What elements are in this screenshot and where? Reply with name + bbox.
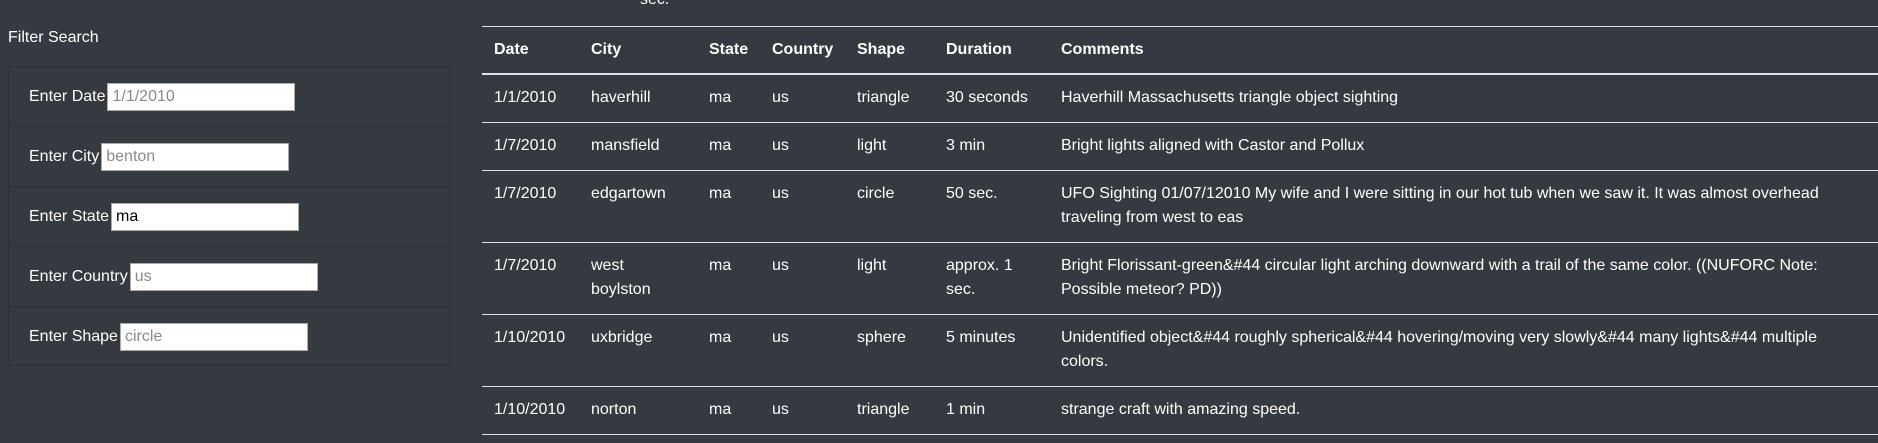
cell-date: 1/10/2010 [482, 386, 579, 435]
cell-city: west boylston [579, 242, 697, 315]
table-row: 1/7/2010 mansfield ma us light 3 min Bri… [482, 122, 1878, 171]
page: Filter Search Enter Date Enter City Ente… [0, 0, 1878, 443]
cell-country: us [760, 242, 845, 315]
results-table-container: sec. Date City State Country Shape Durat… [482, 0, 1878, 443]
table-body: 1/1/2010 haverhill ma us triangle 30 sec… [482, 74, 1878, 435]
cell-date: 1/7/2010 [482, 122, 579, 171]
cell-state: ma [697, 170, 760, 243]
table-row: 1/7/2010 west boylston ma us light appro… [482, 242, 1878, 315]
cell-date: 1/1/2010 [482, 74, 579, 123]
table-row: 1/10/2010 norton ma us triangle 1 min st… [482, 386, 1878, 435]
cell-comments: Haverhill Massachusetts triangle object … [1049, 74, 1878, 123]
filter-item-shape: Enter Shape [9, 307, 449, 367]
column-header-country: Country [760, 26, 845, 75]
cell-state: ma [697, 242, 760, 315]
cell-duration: 50 sec. [934, 170, 1049, 243]
column-header-comments: Comments [1049, 26, 1878, 75]
cell-country: us [760, 122, 845, 171]
country-label: Enter Country [29, 267, 128, 285]
header-row: Date City State Country Shape Duration C… [482, 26, 1878, 75]
column-header-shape: Shape [845, 26, 934, 75]
date-label: Enter Date [29, 87, 106, 105]
cell-city: mansfield [579, 122, 697, 171]
shape-input[interactable] [119, 323, 308, 351]
date-input[interactable] [107, 82, 296, 111]
cell-comments: strange craft with amazing speed. [1049, 386, 1878, 435]
cell-country: us [760, 170, 845, 243]
cell-country: us [760, 74, 845, 123]
cell-city: norton [579, 386, 697, 435]
table-header: Date City State Country Shape Duration C… [482, 26, 1878, 75]
cell-state: ma [697, 74, 760, 123]
cell-duration: 30 seconds [934, 74, 1049, 123]
table-row: 1/1/2010 haverhill ma us triangle 30 sec… [482, 74, 1878, 123]
cell-shape: sphere [845, 314, 934, 387]
state-label: Enter State [29, 207, 110, 225]
city-label: Enter City [29, 147, 100, 165]
cell-country: us [760, 386, 845, 435]
cell-shape: triangle [845, 386, 934, 435]
cell-state: ma [697, 314, 760, 387]
filter-title: Filter Search [8, 29, 99, 46]
cell-city: edgartown [579, 170, 697, 243]
cell-shape: circle [845, 170, 934, 243]
cell-city: uxbridge [579, 314, 697, 387]
column-header-duration: Duration [934, 26, 1049, 75]
table-row: 1/10/2010 uxbridge ma us sphere 5 minute… [482, 314, 1878, 387]
state-input[interactable] [111, 202, 300, 231]
cell-shape: light [845, 122, 934, 171]
filter-item-date: Enter Date [9, 67, 449, 127]
cell-date: 1/10/2010 [482, 314, 579, 387]
cell-duration: approx. 1 sec. [934, 242, 1049, 315]
cell-comments: Bright Florissant-green&#44 circular lig… [1049, 242, 1878, 315]
column-header-city: City [579, 26, 697, 75]
cell-shape: light [845, 242, 934, 315]
filter-item-country: Enter Country [9, 247, 449, 307]
cell-date: 1/7/2010 [482, 170, 579, 243]
results-table: Date City State Country Shape Duration C… [482, 26, 1878, 435]
cell-state: ma [697, 386, 760, 435]
country-input[interactable] [129, 262, 318, 291]
clipped-cell-text: sec. [640, 0, 669, 9]
cell-state: ma [697, 122, 760, 171]
table-row: 1/7/2010 edgartown ma us circle 50 sec. … [482, 170, 1878, 243]
cell-comments: UFO Sighting 01/07/12010 My wife and I w… [1049, 170, 1878, 243]
shape-label: Enter Shape [29, 328, 118, 345]
cell-duration: 3 min [934, 122, 1049, 171]
cell-duration: 5 minutes [934, 314, 1049, 387]
filter-item-city: Enter City [9, 127, 449, 187]
column-header-state: State [697, 26, 760, 75]
cell-country: us [760, 314, 845, 387]
column-header-date: Date [482, 26, 579, 75]
filter-list: Enter Date Enter City Enter State Enter … [8, 66, 450, 366]
cell-shape: triangle [845, 74, 934, 123]
cell-comments: Bright lights aligned with Castor and Po… [1049, 122, 1878, 171]
city-input[interactable] [101, 142, 290, 171]
cell-date: 1/7/2010 [482, 242, 579, 315]
cell-comments: Unidentified object&#44 roughly spherica… [1049, 314, 1878, 387]
cell-city: haverhill [579, 74, 697, 123]
cell-duration: 1 min [934, 386, 1049, 435]
filter-item-state: Enter State [9, 187, 449, 247]
